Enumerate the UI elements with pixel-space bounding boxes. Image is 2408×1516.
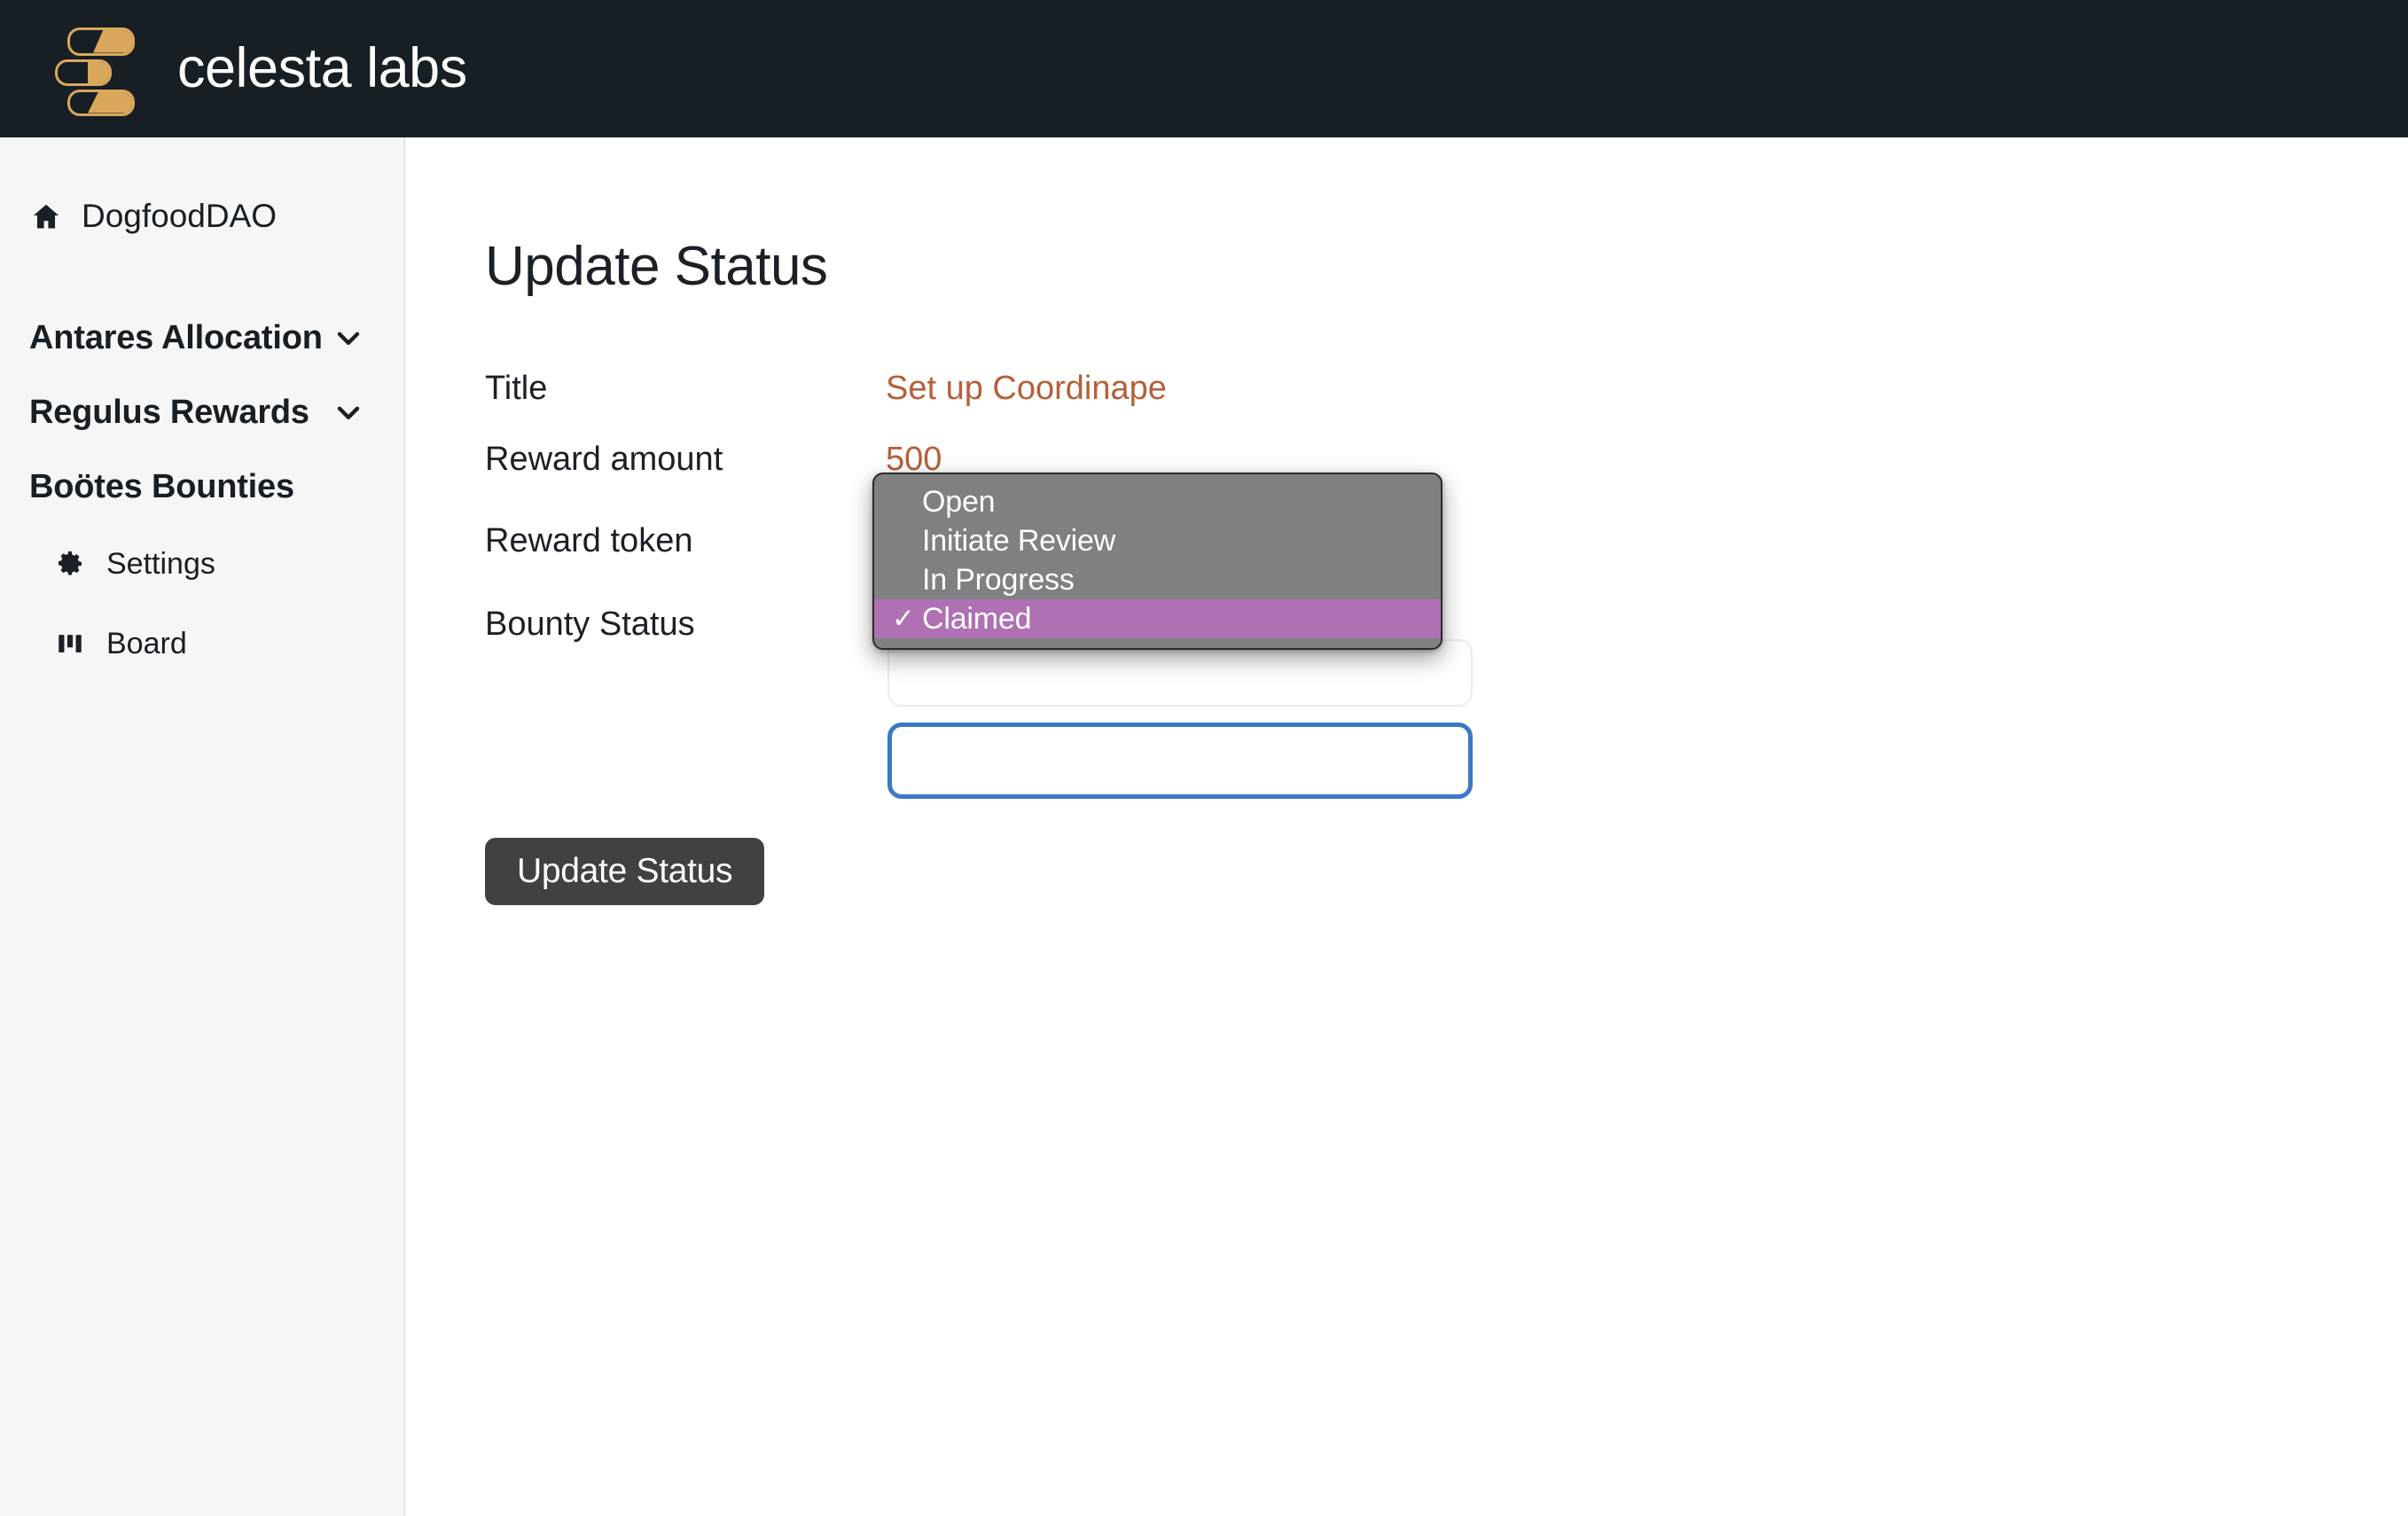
field-label: Bounty Status (485, 605, 695, 643)
chevron-down-icon[interactable] (331, 320, 366, 356)
sidebar-item-label: Settings (106, 546, 215, 581)
field-value-title: Set up Coordinape (886, 369, 1167, 407)
sidebar-item-settings[interactable]: Settings (0, 536, 403, 591)
dropdown-option-in-progress[interactable]: In Progress (874, 560, 1441, 599)
home-icon (30, 200, 62, 232)
celesta-logo-icon[interactable] (55, 26, 140, 116)
gear-icon (55, 549, 85, 579)
page-title: Update Status (485, 236, 828, 297)
dropdown-option-claimed[interactable]: ✓ Claimed (874, 599, 1441, 638)
sidebar-group-bootes-bounties[interactable]: Boötes Bounties (0, 457, 403, 517)
field-label: Reward token (485, 521, 693, 559)
dropdown-option-label: In Progress (922, 562, 1075, 597)
sidebar: DogfoodDAO Antares Allocation Regulus Re… (0, 137, 405, 1516)
sidebar-group-antares-allocation[interactable]: Antares Allocation (0, 308, 403, 368)
sidebar-group-regulus-rewards[interactable]: Regulus Rewards (0, 382, 403, 442)
dropdown-option-open[interactable]: Open (874, 482, 1441, 521)
main-content: Update Status Title Set up Coordinape Re… (407, 137, 2408, 1516)
logo-bar-bottom (67, 89, 135, 116)
dropdown-option-label: Initiate Review (922, 523, 1116, 558)
dropdown-option-label: Open (922, 484, 996, 519)
sidebar-group-label: Regulus Rewards (29, 393, 309, 431)
dropdown-option-label: Claimed (922, 601, 1032, 636)
sidebar-item-board[interactable]: Board (0, 616, 403, 671)
bounty-status-dropdown-menu[interactable]: Open Initiate Review In Progress ✓ Claim… (872, 473, 1442, 650)
sidebar-item-label: Board (106, 626, 187, 660)
app-header: celesta labs (0, 0, 2408, 137)
chevron-down-icon[interactable] (331, 395, 366, 430)
bounty-status-select[interactable] (887, 723, 1473, 799)
form-row-title: Title Set up Coordinape (485, 353, 2408, 424)
form-row-reward-token: Reward token (485, 505, 2408, 576)
sidebar-group-label: Boötes Bounties (29, 467, 294, 505)
update-status-button[interactable]: Update Status (485, 838, 765, 905)
kanban-board-icon (55, 629, 85, 659)
brand-name: celesta labs (177, 37, 467, 99)
field-label: Reward amount (485, 440, 723, 478)
dropdown-option-initiate-review[interactable]: Initiate Review (874, 521, 1441, 560)
field-label: Title (485, 369, 548, 407)
checkmark-icon: ✓ (892, 603, 915, 634)
sidebar-item-label: DogfoodDAO (82, 198, 278, 234)
logo-bar-middle (55, 59, 112, 86)
form-row-reward-amount: Reward amount 500 (485, 424, 2408, 495)
sidebar-group-label: Antares Allocation (29, 318, 323, 356)
sidebar-item-dogfooddao[interactable]: DogfoodDAO (0, 189, 403, 244)
logo-bar-top (67, 27, 135, 56)
